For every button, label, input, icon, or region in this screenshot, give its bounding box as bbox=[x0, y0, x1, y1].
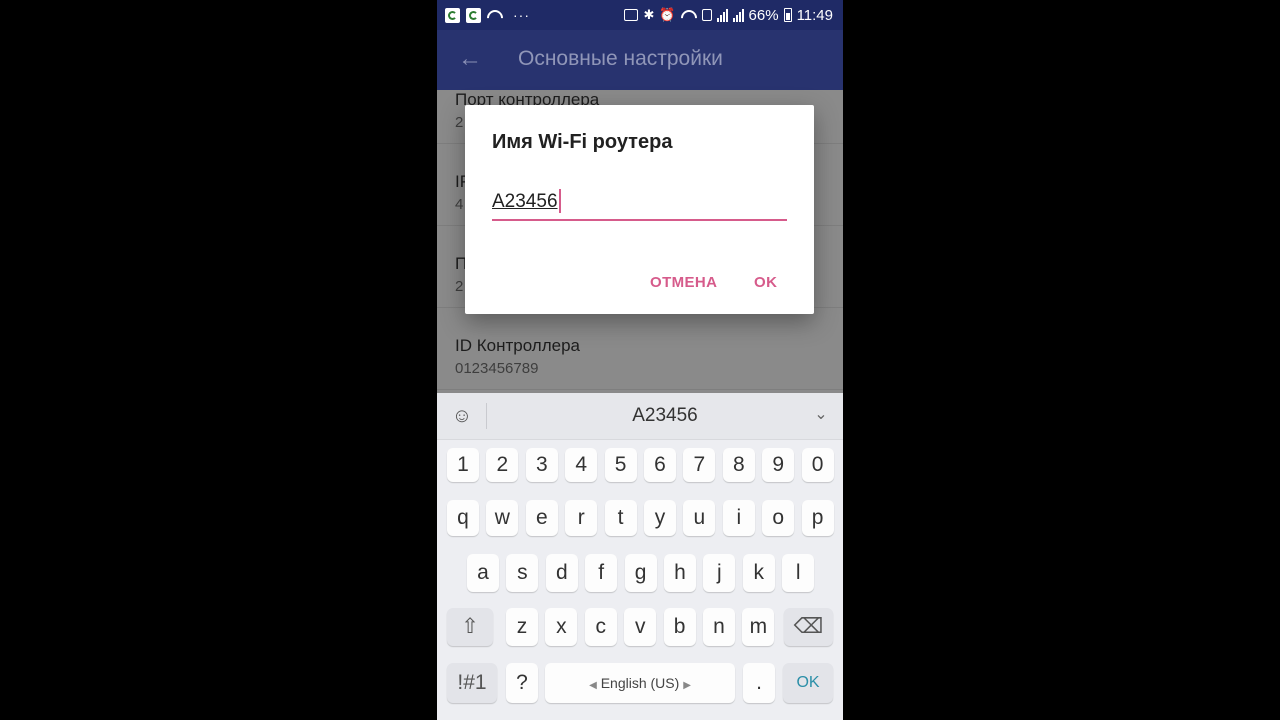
key-s[interactable]: s bbox=[506, 554, 539, 592]
key-d[interactable]: d bbox=[545, 554, 578, 592]
key-i[interactable]: i bbox=[722, 500, 755, 536]
key-m[interactable]: m bbox=[742, 608, 775, 646]
key-b[interactable]: b bbox=[663, 608, 696, 646]
sync-app-icon bbox=[445, 7, 460, 23]
status-right-icons: ✱ ⏰ 66% 11:49 bbox=[624, 5, 833, 25]
arrow-left-icon: ◀ bbox=[589, 680, 597, 691]
arrow-right-icon: ▶ bbox=[683, 680, 691, 691]
key-p[interactable]: p bbox=[801, 500, 834, 536]
keyboard: ☺ A23456 ⌄ 1234567890 qwertyuiop asdfghjkl… bbox=[437, 393, 843, 720]
status-bar: ··· ✱ ⏰ 66% 11:49 bbox=[437, 0, 843, 30]
battery-percent: 66% bbox=[748, 6, 779, 24]
settings-item[interactable]: ID Контроллера 0123456789 bbox=[437, 308, 843, 390]
wifi-icon bbox=[487, 8, 503, 22]
settings-item-value: 4 bbox=[455, 196, 464, 213]
space-label: English (US) bbox=[600, 675, 680, 691]
key-4[interactable]: 4 bbox=[565, 448, 598, 482]
app-bar: ← Основные настройки bbox=[437, 30, 843, 90]
key-h[interactable]: h bbox=[664, 554, 696, 592]
suggestion-bar: ☺ A23456 ⌄ bbox=[437, 393, 843, 440]
settings-item-value: 2 bbox=[455, 278, 464, 295]
key-9[interactable]: 9 bbox=[762, 448, 795, 482]
arrow-left-icon[interactable]: ← bbox=[457, 46, 483, 72]
keyboard-ok-button[interactable]: OK bbox=[783, 663, 833, 703]
key-g[interactable]: g bbox=[624, 554, 657, 592]
space-bar[interactable]: ◀ English (US) ▶ bbox=[545, 663, 735, 703]
key-u[interactable]: u bbox=[683, 500, 716, 536]
alarm-icon: ⏰ bbox=[659, 7, 676, 22]
key-o[interactable]: o bbox=[762, 500, 795, 536]
signal-icon bbox=[732, 8, 744, 22]
cast-icon bbox=[624, 9, 639, 21]
settings-item-value: 2 bbox=[455, 114, 464, 131]
key-6[interactable]: 6 bbox=[644, 448, 676, 482]
wifi-calling-icon bbox=[681, 8, 697, 22]
more-notifications-icon: ··· bbox=[513, 7, 530, 23]
input-value: A23456 bbox=[492, 191, 558, 212]
clock: 11:49 bbox=[796, 6, 833, 24]
key-7[interactable]: 7 bbox=[683, 448, 716, 482]
key-z[interactable]: z bbox=[506, 608, 538, 646]
key-q[interactable]: q bbox=[447, 500, 479, 536]
sim-icon bbox=[701, 9, 712, 21]
key-t[interactable]: t bbox=[604, 500, 637, 536]
bluetooth-icon: ✱ bbox=[643, 7, 655, 22]
suggestion-word[interactable]: A23456 bbox=[577, 405, 753, 427]
key-e[interactable]: e bbox=[525, 500, 558, 536]
shift-icon[interactable]: ⇧ bbox=[447, 608, 493, 646]
divider bbox=[486, 403, 487, 429]
question-key[interactable]: ? bbox=[506, 663, 538, 703]
phone-screen: ··· ✱ ⏰ 66% 11:49 ← Основные настройки П… bbox=[437, 0, 843, 720]
key-y[interactable]: y bbox=[644, 500, 676, 536]
key-8[interactable]: 8 bbox=[722, 448, 755, 482]
key-r[interactable]: r bbox=[565, 500, 598, 536]
wifi-name-dialog: Имя Wi-Fi роутера A23456 ОТМЕНА OK bbox=[465, 105, 814, 314]
sync-app-icon bbox=[466, 7, 481, 23]
key-5[interactable]: 5 bbox=[604, 448, 637, 482]
key-n[interactable]: n bbox=[703, 608, 735, 646]
symbols-key[interactable]: !#1 bbox=[447, 663, 497, 703]
battery-icon bbox=[783, 8, 792, 22]
key-l[interactable]: l bbox=[782, 554, 815, 592]
wifi-name-input[interactable]: A23456 bbox=[492, 188, 787, 221]
key-0[interactable]: 0 bbox=[801, 448, 834, 482]
dialog-title: Имя Wi-Fi роутера bbox=[492, 131, 673, 153]
page-title: Основные настройки bbox=[518, 47, 723, 70]
settings-item-value: 0123456789 bbox=[455, 360, 539, 377]
ok-button[interactable]: OK bbox=[754, 274, 777, 291]
key-j[interactable]: j bbox=[703, 554, 736, 592]
settings-item-title: ID Контроллера bbox=[455, 336, 580, 355]
cancel-button[interactable]: ОТМЕНА bbox=[650, 274, 717, 291]
key-x[interactable]: x bbox=[545, 608, 578, 646]
emoji-toggle-icon[interactable]: ☺ bbox=[449, 403, 475, 429]
chevron-down-icon[interactable]: ⌄ bbox=[811, 405, 831, 425]
key-1[interactable]: 1 bbox=[447, 448, 479, 482]
key-a[interactable]: a bbox=[467, 554, 499, 592]
key-2[interactable]: 2 bbox=[486, 448, 519, 482]
status-left-icons: ··· bbox=[445, 6, 530, 24]
key-c[interactable]: c bbox=[584, 608, 617, 646]
signal-icon bbox=[716, 8, 728, 22]
text-cursor bbox=[558, 188, 561, 213]
key-w[interactable]: w bbox=[486, 500, 519, 536]
key-k[interactable]: k bbox=[742, 554, 775, 592]
period-key[interactable]: . bbox=[743, 663, 775, 703]
key-v[interactable]: v bbox=[624, 608, 657, 646]
backspace-icon[interactable]: ⌫ bbox=[784, 608, 833, 646]
key-f[interactable]: f bbox=[585, 554, 618, 592]
key-3[interactable]: 3 bbox=[525, 448, 558, 482]
